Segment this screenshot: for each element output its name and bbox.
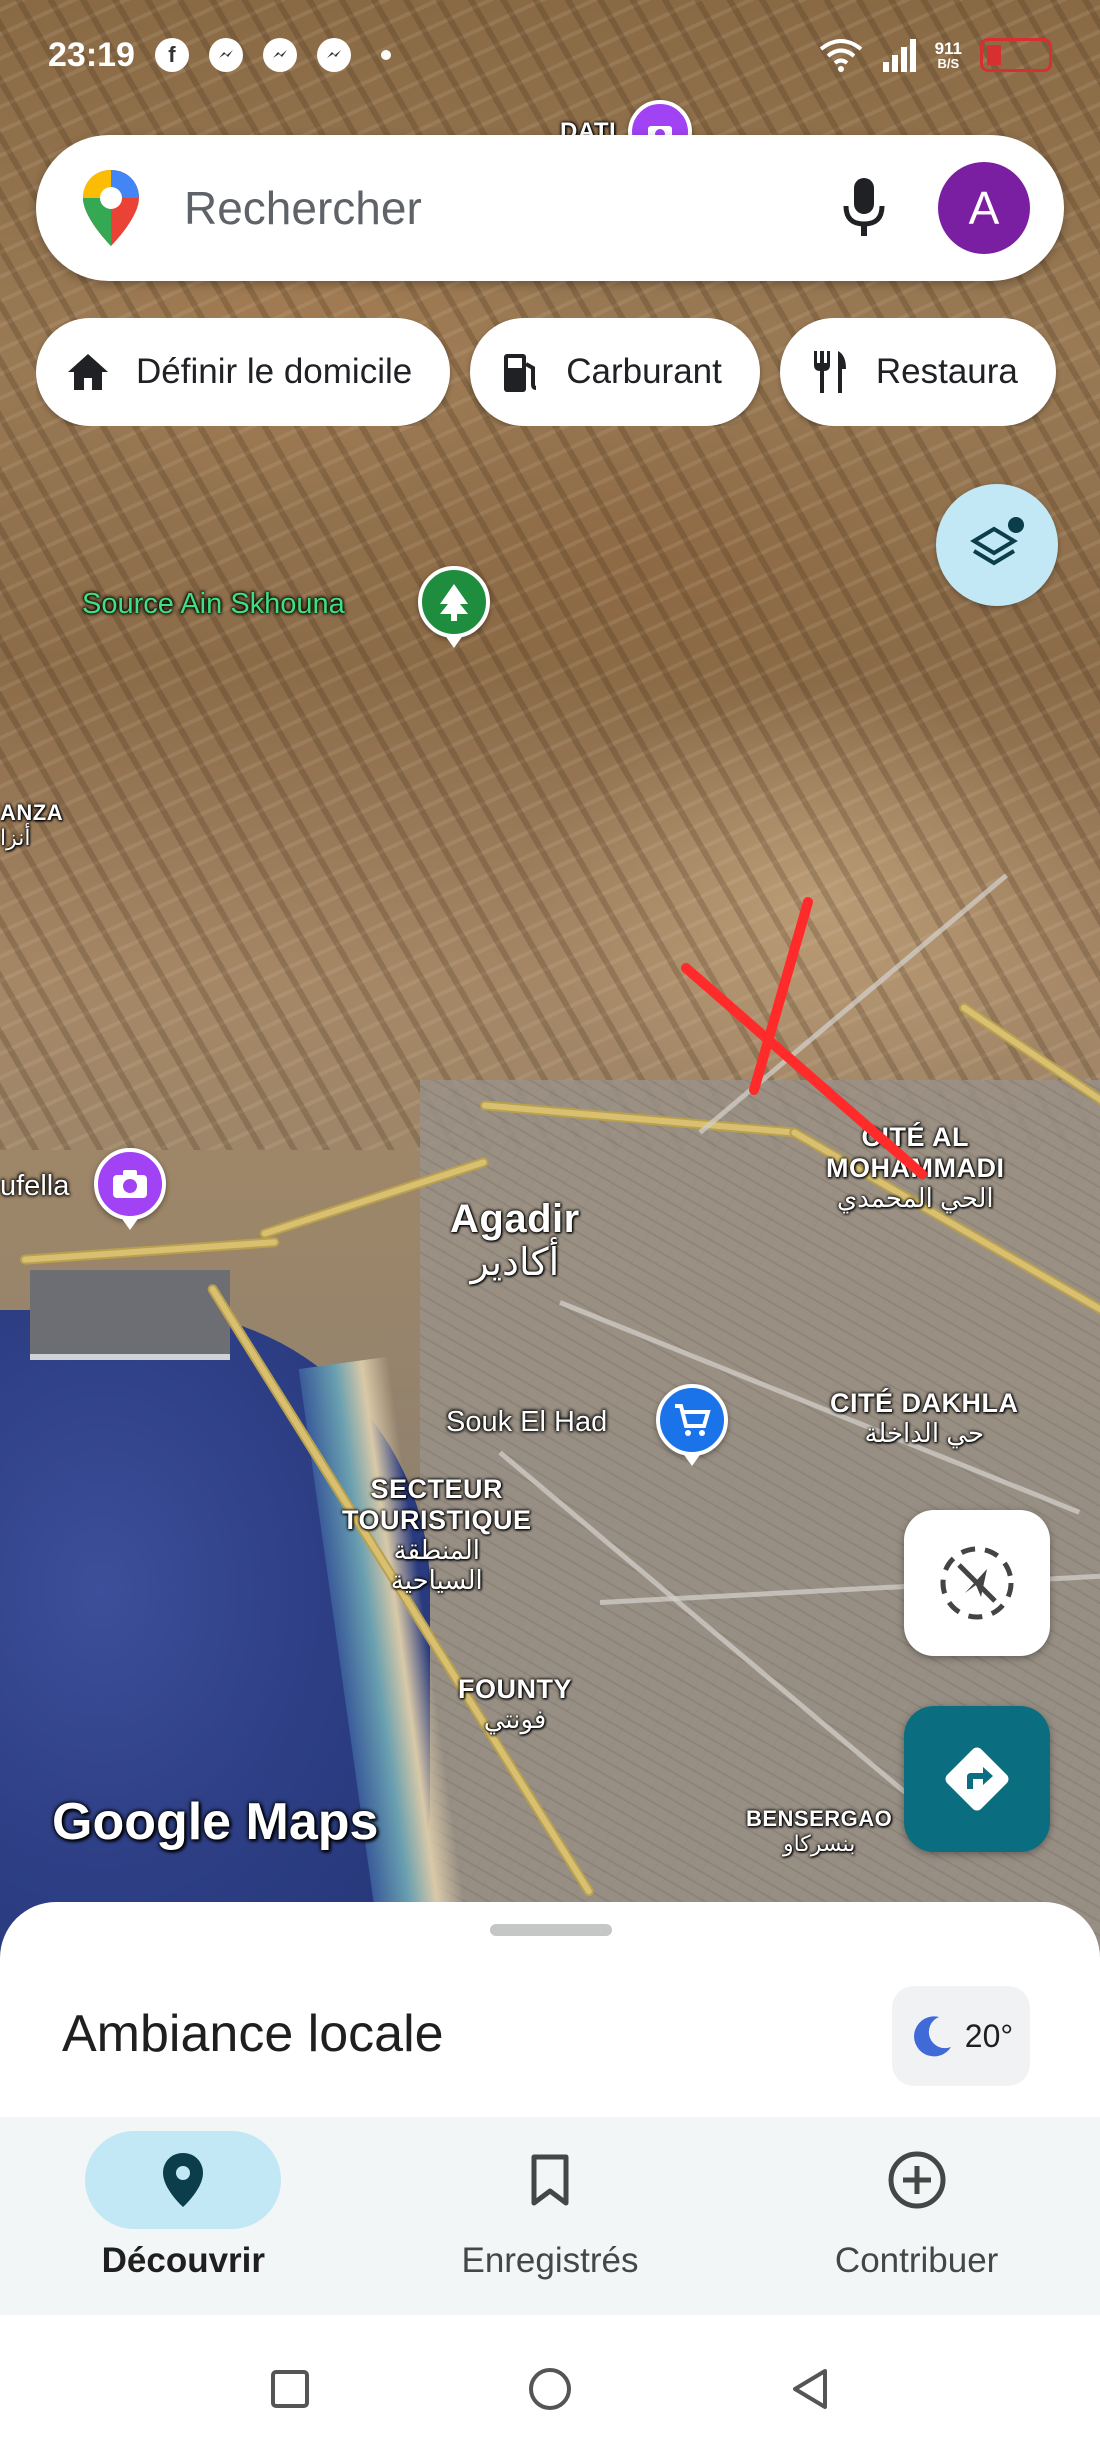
shopping-pin[interactable] bbox=[656, 1384, 728, 1456]
anza-label: ANZA bbox=[0, 800, 64, 825]
search-input[interactable]: Rechercher bbox=[184, 181, 842, 235]
secteur-label: SECTEUR bbox=[370, 1474, 504, 1504]
category-chips: Définir le domicile Carburant Restaura bbox=[36, 318, 1100, 426]
nav-pill bbox=[452, 2131, 648, 2229]
location-pin-icon bbox=[163, 2153, 204, 2207]
back-triangle-icon bbox=[793, 2368, 827, 2409]
nav-label: Découvrir bbox=[101, 2241, 266, 2280]
map-view[interactable]: DATI Source Ain Skhouna ANZA أنزا ufella… bbox=[0, 0, 1100, 1960]
nav-pill bbox=[85, 2131, 282, 2229]
status-bar: 23:19 f 911 B/S bbox=[0, 0, 1100, 110]
weather-chip[interactable]: 20° bbox=[892, 1986, 1030, 2086]
agadir-ar-label: أكادير bbox=[470, 1242, 560, 1284]
messenger-icon bbox=[208, 38, 243, 72]
directions-icon bbox=[945, 1747, 1009, 1811]
touristique-label: TOURISTIQUE bbox=[342, 1505, 532, 1536]
nav-pill bbox=[819, 2131, 1015, 2229]
messenger-icon bbox=[316, 38, 351, 72]
sheet-drag-handle[interactable] bbox=[490, 1924, 612, 1936]
chip-label: Définir le domicile bbox=[136, 352, 413, 391]
wifi-icon bbox=[819, 39, 862, 72]
secteur-ar-label-2: السياحية bbox=[390, 1564, 483, 1595]
back-button[interactable] bbox=[780, 2359, 840, 2419]
nav-explore[interactable]: Découvrir bbox=[13, 2117, 353, 2281]
more-notifications-dot bbox=[380, 50, 391, 60]
net-speed-unit: B/S bbox=[937, 56, 960, 71]
location-off-icon bbox=[940, 1546, 1014, 1620]
status-time: 23:19 bbox=[48, 35, 135, 74]
red-x-mark bbox=[681, 897, 927, 1179]
chip-restaurants[interactable]: Restaura bbox=[779, 318, 1056, 426]
nav-contribute[interactable]: Contribuer bbox=[747, 2117, 1087, 2281]
square-icon bbox=[271, 2369, 309, 2408]
agadir-label: Agadir bbox=[450, 1197, 580, 1241]
add-circle-icon bbox=[888, 2151, 946, 2209]
moon-icon bbox=[913, 2016, 951, 2057]
restaurant-icon bbox=[810, 349, 850, 395]
founty-ar-label: فونتي bbox=[483, 1704, 547, 1735]
google-maps-pin-icon bbox=[83, 170, 139, 246]
home-button[interactable] bbox=[520, 2359, 580, 2419]
signal-icon bbox=[882, 39, 916, 72]
cite-dakhla-ar-label: حي الداخلة bbox=[864, 1418, 985, 1449]
map-label-source-ain-skhouna[interactable]: Source Ain Skhouna bbox=[82, 588, 345, 621]
camera-icon bbox=[113, 1170, 147, 1198]
nav-label: Enregistrés bbox=[461, 2241, 639, 2280]
secteur-ar-label-1: المنطقة bbox=[393, 1535, 480, 1566]
nav-saved[interactable]: Enregistrés bbox=[380, 2117, 720, 2281]
avatar[interactable]: A bbox=[938, 162, 1030, 254]
bottom-navigation: Découvrir Enregistrés Contribuer bbox=[0, 2117, 1100, 2315]
map-label-agadir[interactable]: Agadir أكادير bbox=[450, 1196, 580, 1286]
recents-button[interactable] bbox=[260, 2359, 320, 2419]
status-right: 911 B/S bbox=[819, 37, 1052, 73]
nav-label: Contribuer bbox=[834, 2241, 999, 2280]
google-maps-logo: Google Maps bbox=[52, 1793, 379, 1851]
chip-fuel[interactable]: Carburant bbox=[470, 318, 760, 426]
chip-set-home[interactable]: Définir le domicile bbox=[36, 318, 451, 426]
bottom-sheet[interactable]: Ambiance locale 20° bbox=[0, 1902, 1100, 2117]
attraction-pin[interactable] bbox=[94, 1148, 166, 1220]
my-location-button[interactable] bbox=[904, 1510, 1050, 1656]
home-icon bbox=[66, 352, 110, 392]
bookmark-icon bbox=[531, 2154, 569, 2206]
layers-button[interactable] bbox=[936, 484, 1058, 606]
circle-icon bbox=[529, 2367, 571, 2410]
chip-label: Restaura bbox=[875, 352, 1018, 391]
port-area bbox=[30, 1270, 230, 1360]
main-road bbox=[19, 1236, 280, 1265]
chip-label: Carburant bbox=[566, 352, 722, 391]
directions-button[interactable] bbox=[904, 1706, 1050, 1852]
messenger-icon bbox=[262, 38, 297, 72]
tree-icon bbox=[440, 584, 468, 621]
bensergao-label: BENSERGAO bbox=[746, 1806, 893, 1831]
map-label-anza: ANZA أنزا bbox=[0, 800, 63, 851]
map-label-souk-el-had[interactable]: Souk El Had bbox=[446, 1406, 607, 1439]
facebook-icon: f bbox=[154, 38, 189, 72]
map-label-ufella[interactable]: ufella bbox=[0, 1170, 69, 1203]
map-label-founty[interactable]: FOUNTY فونتي bbox=[458, 1674, 572, 1735]
net-speed-value: 911 bbox=[934, 39, 962, 58]
network-speed: 911 B/S bbox=[935, 40, 962, 70]
cite-dakhla-label: CITÉ DAKHLA bbox=[830, 1388, 1019, 1418]
battery-icon bbox=[980, 38, 1052, 72]
founty-label: FOUNTY bbox=[458, 1674, 572, 1704]
map-label-cite-dakhla[interactable]: CITÉ DAKHLA حي الداخلة bbox=[830, 1388, 1019, 1449]
layers-icon bbox=[970, 517, 1024, 566]
microphone-icon[interactable] bbox=[842, 176, 886, 240]
anza-ar-label: أنزا bbox=[0, 825, 31, 851]
map-label-secteur-touristique[interactable]: SECTEUR TOURISTIQUE المنطقة السياحية bbox=[342, 1474, 532, 1596]
gas-station-icon bbox=[500, 350, 540, 394]
system-navigation-bar bbox=[0, 2315, 1100, 2462]
park-pin[interactable] bbox=[418, 566, 490, 638]
shopping-cart-icon bbox=[675, 1404, 711, 1436]
bensergao-ar-label: بنسركاو bbox=[782, 1831, 856, 1857]
sheet-title: Ambiance locale bbox=[62, 2005, 444, 2063]
search-bar[interactable]: Rechercher A bbox=[36, 135, 1064, 281]
map-label-bensergao[interactable]: BENSERGAO بنسركاو bbox=[746, 1806, 892, 1857]
temperature: 20° bbox=[964, 2017, 1014, 2054]
